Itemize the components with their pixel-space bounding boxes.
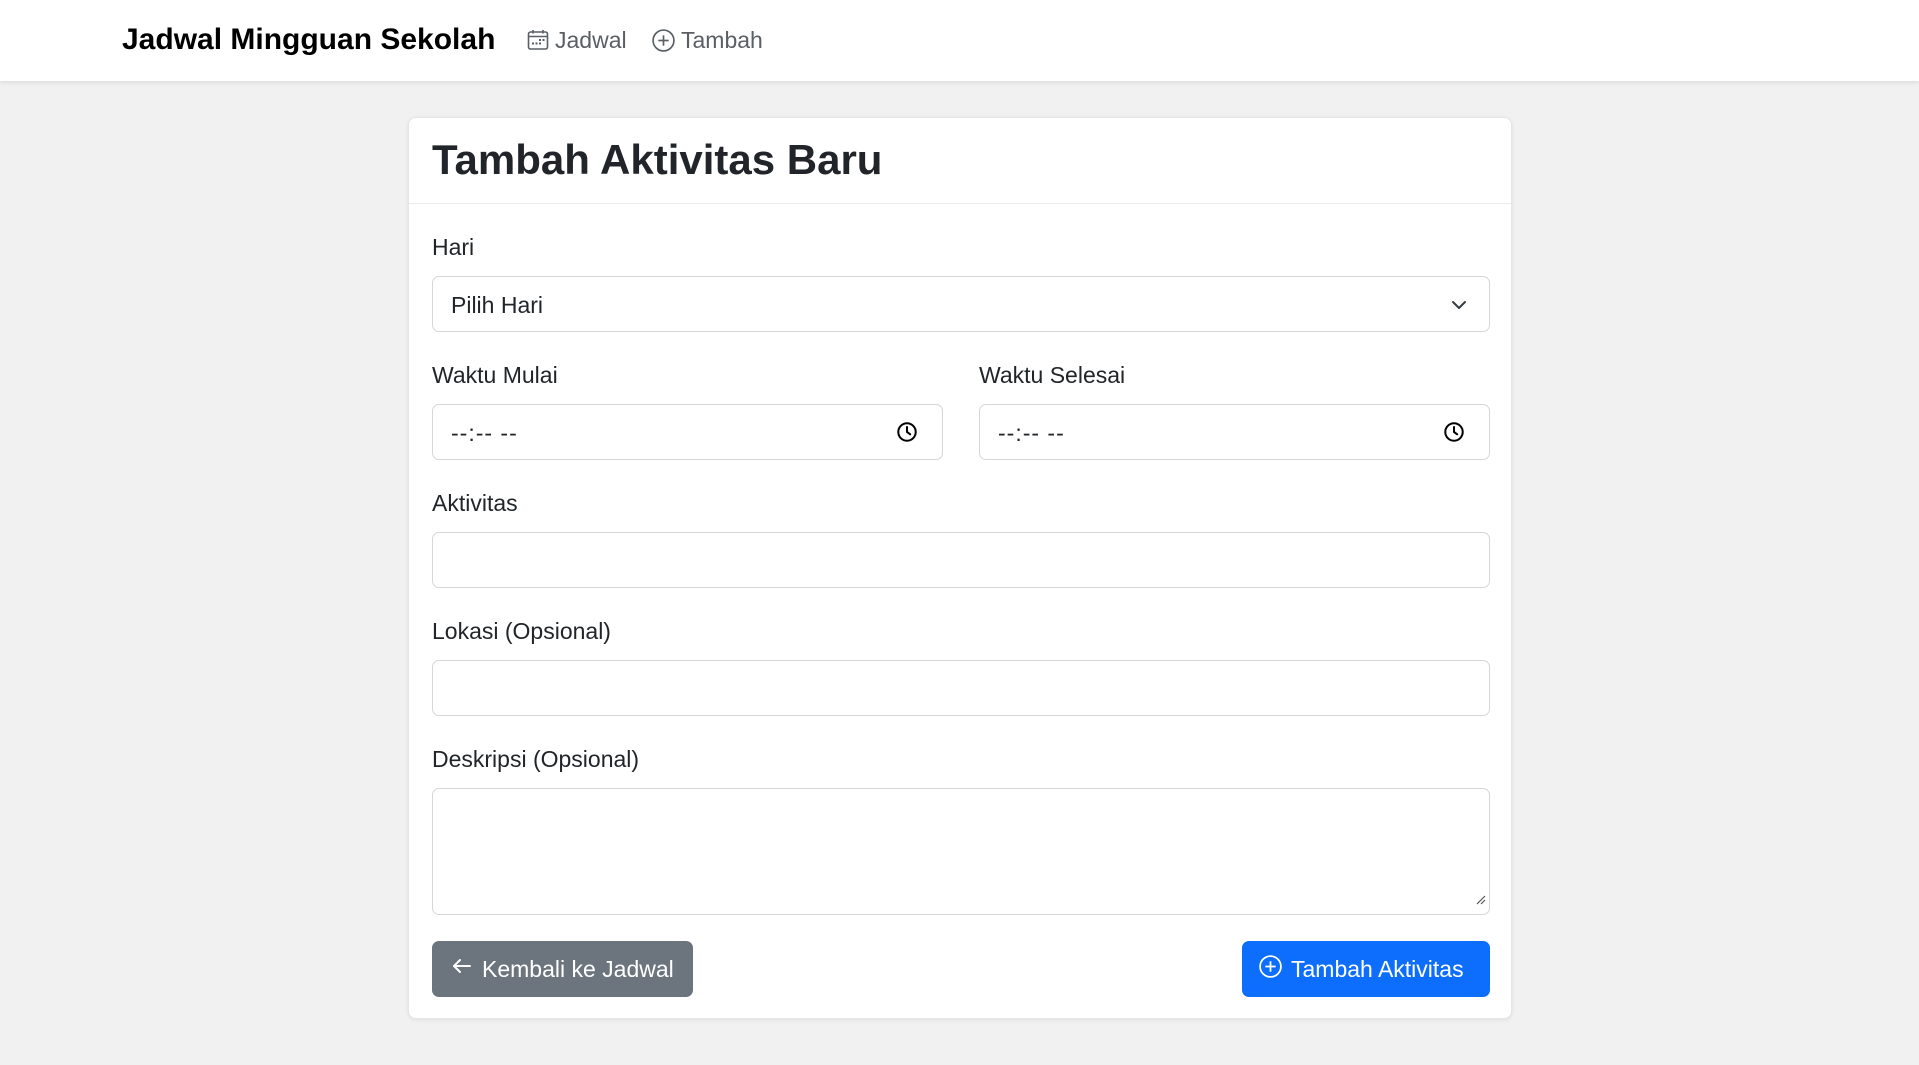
nav-link-tambah[interactable]: Tambah <box>651 22 763 58</box>
add-button-label: Tambah Aktivitas <box>1291 955 1464 982</box>
end-time-input[interactable]: --:-- -- <box>979 404 1490 460</box>
add-activity-button[interactable]: Tambah Aktivitas <box>1242 941 1490 997</box>
end-time-label: Waktu Selesai <box>979 362 1126 388</box>
plus-circle-icon <box>651 28 676 53</box>
calendar-icon <box>526 28 550 52</box>
description-textarea[interactable] <box>432 788 1490 915</box>
arrow-left-icon <box>450 954 474 984</box>
start-time-input[interactable]: --:-- -- <box>432 404 943 460</box>
activity-input[interactable] <box>432 532 1490 588</box>
nav-link-jadwal[interactable]: Jadwal <box>526 22 627 58</box>
plus-circle-icon <box>1258 954 1283 985</box>
day-label: Hari <box>432 234 475 260</box>
day-select[interactable]: Pilih Hari <box>432 276 1490 332</box>
start-time-value: --:-- -- <box>451 420 518 446</box>
back-to-schedule-button[interactable]: Kembali ke Jadwal <box>432 941 693 997</box>
location-label: Lokasi (Opsional) <box>432 618 611 644</box>
card-header: Tambah Aktivitas Baru <box>409 118 1511 204</box>
nav-link-tambah-label: Tambah <box>681 26 763 53</box>
clock-icon[interactable] <box>1443 421 1465 449</box>
page-title: Tambah Aktivitas Baru <box>432 136 883 183</box>
resize-handle-icon[interactable] <box>1474 884 1486 911</box>
activity-label: Aktivitas <box>432 490 518 516</box>
back-button-label: Kembali ke Jadwal <box>482 955 674 982</box>
location-input[interactable] <box>432 660 1490 716</box>
clock-icon[interactable] <box>896 421 918 449</box>
add-activity-card: Tambah Aktivitas Baru Hari Pilih Hari Wa… <box>408 117 1512 1019</box>
end-time-value: --:-- -- <box>998 420 1065 446</box>
navbar: Jadwal Mingguan Sekolah Jadwal Tambah <box>0 0 1919 81</box>
day-select-value: Pilih Hari <box>451 292 544 318</box>
start-time-label: Waktu Mulai <box>432 362 558 388</box>
description-label: Deskripsi (Opsional) <box>432 746 640 772</box>
brand-title[interactable]: Jadwal Mingguan Sekolah <box>122 20 495 60</box>
nav-link-jadwal-label: Jadwal <box>555 26 627 53</box>
chevron-down-icon <box>1449 294 1469 321</box>
